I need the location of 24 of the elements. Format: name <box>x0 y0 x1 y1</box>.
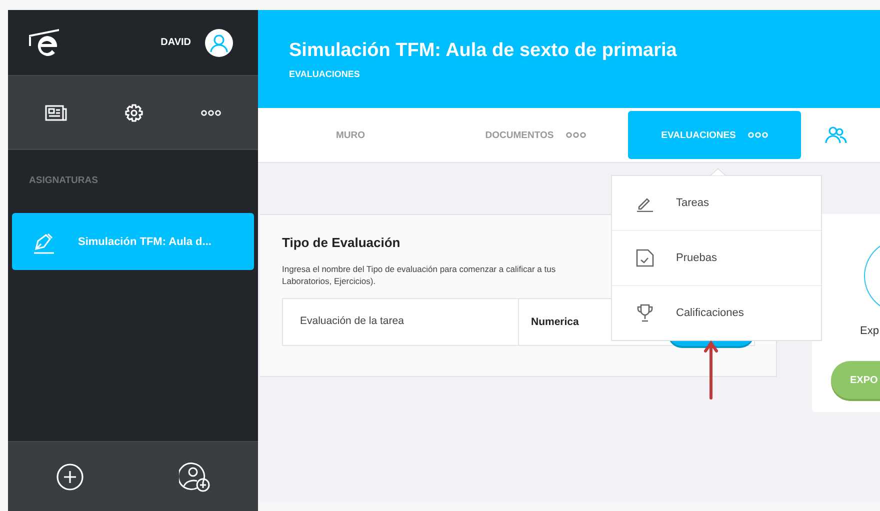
description-text: Laboratorios, Ejercicios). <box>282 275 377 287</box>
page-subtitle: EVALUACIONES <box>289 69 361 79</box>
document-check-icon <box>636 249 654 267</box>
tab[interactable]: EVALUACIONES <box>628 111 801 159</box>
add-icon[interactable] <box>56 462 84 490</box>
card-title: Tipo de Evaluación <box>282 235 402 250</box>
description-text: Ingresa el nombre del Tipo de evaluación para comenzar a calificar a tus <box>282 263 557 275</box>
page-title: Simulación TFM: Aula de sexto de primaria <box>289 40 678 62</box>
news-icon[interactable] <box>45 104 67 120</box>
settings-icon[interactable] <box>125 104 143 122</box>
tab[interactable]: DOCUMENTOS <box>443 111 628 159</box>
section-label: ASIGNATURAS <box>28 174 99 188</box>
tab[interactable]: MURO <box>258 111 443 159</box>
more-icon[interactable] <box>201 110 221 116</box>
card-text: Exp <box>860 325 879 337</box>
arrow-drawing <box>704 340 718 400</box>
table-cell: Evaluación de la tarea <box>283 299 519 345</box>
add-user-icon[interactable] <box>178 462 210 492</box>
export-button[interactable]: EXPO <box>831 361 880 399</box>
user-name[interactable]: DAVID <box>160 37 191 48</box>
avatar-icon[interactable] <box>205 28 233 56</box>
trophy-icon <box>636 304 654 322</box>
subject-item[interactable]: Simulación TFM: Aula d... <box>12 213 254 270</box>
table-cell: Numerica <box>531 316 579 328</box>
